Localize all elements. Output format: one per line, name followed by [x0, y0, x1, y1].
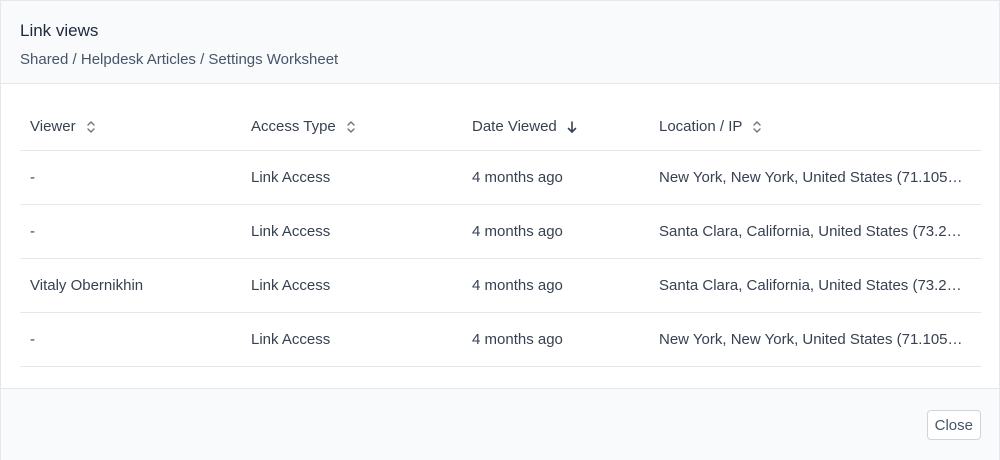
column-header-viewer[interactable]: Viewer	[30, 118, 230, 135]
sort-unsorted-icon[interactable]	[750, 119, 764, 135]
column-label: Date Viewed	[472, 118, 557, 135]
table-row[interactable]: - Link Access 4 months ago New York, New…	[20, 313, 981, 367]
sort-descending-arrow-icon[interactable]	[565, 119, 579, 135]
date-viewed-cell: 4 months ago	[472, 223, 563, 240]
column-label: Access Type	[251, 118, 336, 135]
access-type-cell: Link Access	[251, 169, 331, 186]
modal-title: Link views	[20, 21, 99, 40]
access-type-cell: Link Access	[251, 223, 331, 240]
location-cell: New York, New York, United States (71.10…	[659, 169, 963, 186]
sort-unsorted-icon[interactable]	[84, 119, 98, 135]
location-cell: Santa Clara, California, United States (…	[659, 223, 962, 240]
location-cell: Santa Clara, California, United States (…	[659, 277, 962, 294]
location-cell: New York, New York, United States (71.10…	[659, 331, 963, 348]
viewer-cell: -	[30, 223, 35, 240]
column-label: Viewer	[30, 118, 76, 135]
access-type-cell: Link Access	[251, 277, 331, 294]
viewer-cell: -	[30, 331, 35, 348]
link-views-modal: Link views Shared / Helpdesk Articles / …	[0, 0, 1000, 460]
column-header-location-ip[interactable]: Location / IP	[659, 118, 970, 135]
date-viewed-cell: 4 months ago	[472, 169, 563, 186]
viewer-cell: -	[30, 169, 35, 186]
table-row[interactable]: Vitaly Obernikhin Link Access 4 months a…	[20, 259, 981, 313]
access-type-cell: Link Access	[251, 331, 331, 348]
date-viewed-cell: 4 months ago	[472, 277, 563, 294]
table-row[interactable]: - Link Access 4 months ago New York, New…	[20, 151, 981, 205]
link-views-table: Viewer Access Type Date Viewed Location …	[20, 101, 981, 367]
close-button[interactable]: Close	[926, 410, 981, 440]
modal-header: Link views Shared / Helpdesk Articles / …	[1, 1, 999, 84]
date-viewed-cell: 4 months ago	[472, 331, 563, 348]
table-row[interactable]: - Link Access 4 months ago Santa Clara, …	[20, 205, 981, 259]
sort-unsorted-icon[interactable]	[344, 119, 358, 135]
modal-footer: Close	[1, 388, 999, 460]
column-label: Location / IP	[659, 118, 743, 135]
viewer-cell: Vitaly Obernikhin	[30, 277, 144, 294]
column-header-date-viewed[interactable]: Date Viewed	[472, 118, 642, 135]
column-header-access-type[interactable]: Access Type	[251, 118, 451, 135]
breadcrumb: Shared / Helpdesk Articles / Settings Wo…	[20, 51, 339, 68]
table-header: Viewer Access Type Date Viewed Location …	[20, 101, 981, 151]
